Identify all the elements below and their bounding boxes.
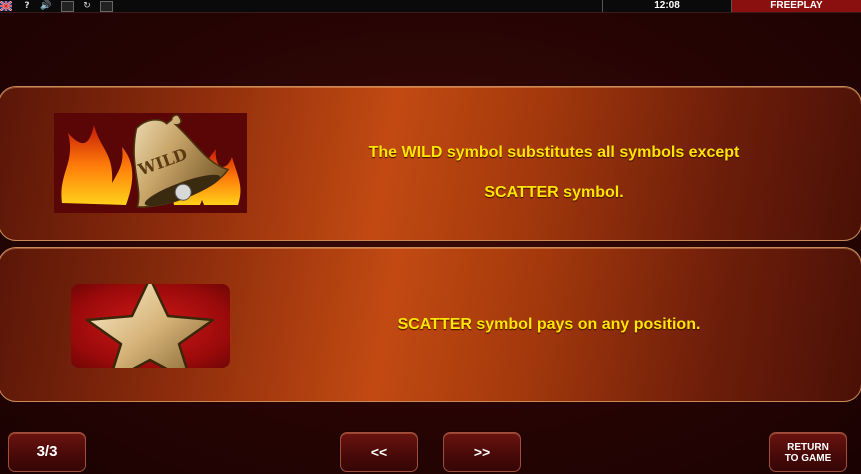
return-label-line2: TO GAME — [784, 453, 832, 464]
top-bar: ? 🔊 ↻ 12:08 FREEPLAY — [0, 0, 861, 13]
settings-icon[interactable] — [100, 1, 113, 12]
refresh-icon[interactable]: ↻ — [81, 1, 93, 11]
scatter-info-panel: SCATTER symbol pays on any position. — [0, 247, 861, 402]
scatter-star-symbol — [71, 276, 230, 384]
wild-description-line2: SCATTER symbol. — [484, 184, 624, 201]
return-to-game-button[interactable]: RETURN TO GAME — [769, 432, 847, 472]
wild-info-panel: WILD The WILD symbol substitutes all sym… — [0, 86, 861, 241]
mode-badge: FREEPLAY — [732, 0, 861, 12]
wild-description-line1: The WILD symbol substitutes all symbols … — [368, 144, 740, 161]
wild-bell-symbol: WILD — [54, 113, 247, 213]
uk-flag-icon[interactable] — [0, 0, 13, 12]
scatter-description: SCATTER symbol pays on any position. — [397, 316, 701, 333]
wild-description: The WILD symbol substitutes all symbols … — [289, 133, 819, 213]
fullscreen-icon[interactable] — [61, 1, 74, 12]
prev-page-button[interactable]: << — [340, 432, 418, 472]
page-indicator: 3/3 — [8, 432, 86, 472]
next-page-button[interactable]: >> — [443, 432, 521, 472]
return-label-line1: RETURN — [787, 442, 829, 453]
sound-icon[interactable]: 🔊 — [38, 1, 54, 11]
help-icon[interactable]: ? — [21, 1, 33, 11]
clock: 12:08 — [602, 0, 732, 12]
